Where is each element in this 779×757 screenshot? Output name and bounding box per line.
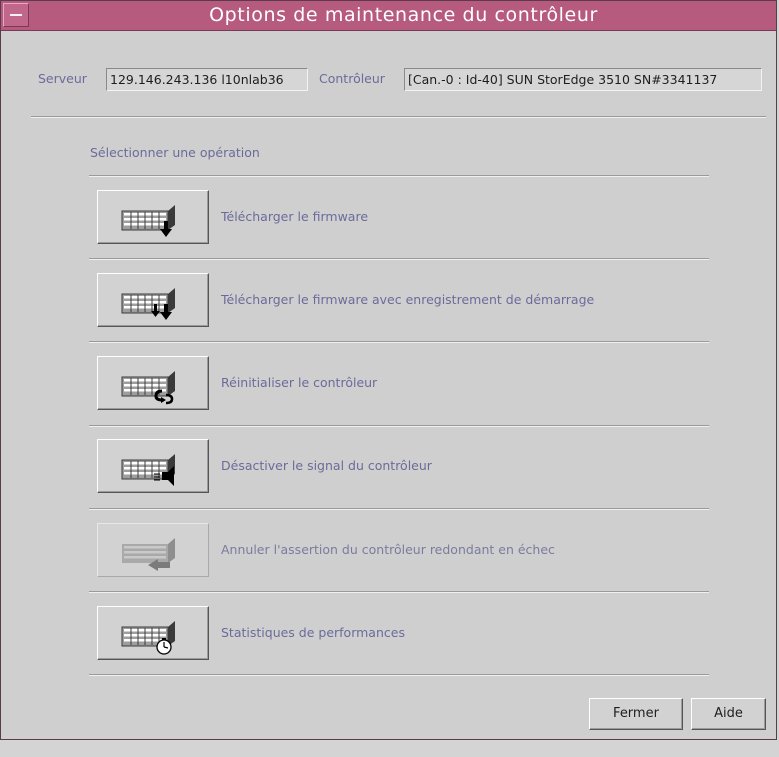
operation-divider [89, 591, 709, 593]
reset-controller-label: Réinitialiser le contrôleur [221, 375, 378, 390]
mute-controller-label: Désactiver le signal du contrôleur [221, 458, 432, 473]
performance-statistics-button[interactable] [97, 606, 209, 660]
performance-statistics-label: Statistiques de performances [221, 625, 405, 640]
deassert-failed-controller-icon [122, 538, 175, 571]
section-divider [89, 175, 709, 177]
help-button[interactable]: Aide [691, 698, 766, 730]
download-firmware-button[interactable] [97, 190, 209, 244]
download-firmware-bootrecord-label: Télécharger le firmware avec enregistrem… [221, 292, 595, 307]
title-bar[interactable]: Options de maintenance du contrôleur [1, 1, 776, 31]
server-field: 129.146.243.136 l10nlab36 [106, 68, 308, 91]
mute-controller-button[interactable] [97, 439, 209, 493]
deassert-failed-controller-button[interactable] [97, 523, 209, 577]
header-divider [31, 116, 766, 118]
reset-controller-button[interactable] [97, 356, 209, 410]
window-menu-button[interactable] [3, 3, 29, 27]
close-button[interactable]: Fermer [589, 698, 683, 730]
download-firmware-label: Télécharger le firmware [221, 209, 369, 224]
window-title: Options de maintenance du contrôleur [209, 4, 598, 26]
download-firmware-icon [121, 204, 176, 237]
download-firmware-bootrecord-button[interactable] [97, 273, 209, 327]
controller-field: [Can.-0 : Id-40] SUN StorEdge 3510 SN#33… [404, 68, 762, 91]
minus-icon [10, 14, 22, 16]
operation-divider [89, 341, 709, 343]
maintenance-dialog: Options de maintenance du contrôleur Ser… [0, 0, 777, 740]
operation-divider [89, 508, 709, 510]
section-label: Sélectionner une opération [90, 145, 260, 160]
download-firmware-bootrecord-icon [121, 287, 176, 320]
controller-label: Contrôleur [319, 71, 385, 86]
operation-divider [89, 425, 709, 427]
reset-controller-icon [121, 370, 176, 405]
operation-divider [89, 258, 709, 260]
server-label: Serveur [38, 71, 87, 86]
deassert-failed-controller-label: Annuler l'assertion du contrôleur redond… [221, 542, 555, 557]
performance-statistics-icon [121, 620, 176, 655]
mute-controller-icon [121, 453, 176, 486]
operation-divider [89, 674, 709, 676]
